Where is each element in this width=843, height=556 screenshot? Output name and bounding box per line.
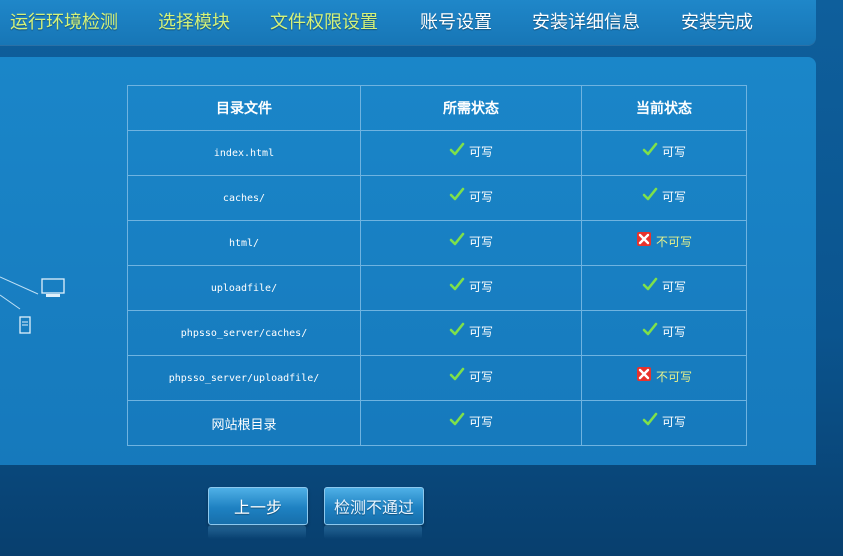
table-header-row: 目录文件 所需状态 当前状态 (127, 85, 747, 131)
col-header-current: 当前状态 (581, 85, 747, 131)
check-icon (642, 277, 658, 291)
current-status-label: 可写 (661, 415, 686, 430)
required-status: 可写 (449, 187, 493, 205)
required-status-label: 可写 (468, 190, 493, 205)
prev-button-reflection (208, 525, 306, 539)
required-status: 可写 (449, 277, 493, 295)
prev-step-button[interactable]: 上一步 (208, 487, 308, 525)
directory-path: html/ (127, 220, 361, 266)
network-computer-icon (0, 276, 65, 334)
step-bar: 运行环境检测 选择模块 文件权限设置 账号设置 安装详细信息 安装完成 (0, 0, 816, 45)
required-status-label: 可写 (468, 325, 493, 340)
cross-icon (636, 231, 651, 246)
current-status-cell: 可写 (581, 175, 747, 221)
directory-path: phpsso_server/uploadfile/ (127, 355, 361, 401)
table-body: index.html 可写 可写 caches/可写 可写 html/可写 不可写 uploa… (127, 130, 747, 446)
directory-path: phpsso_server/caches/ (127, 310, 361, 356)
cross-icon (636, 366, 651, 381)
installer-page: 运行环境检测 选择模块 文件权限设置 账号设置 安装详细信息 安装完成 目录文件… (0, 0, 843, 556)
check-icon (449, 412, 465, 426)
table-row: 网站根目录 可写 可写 (127, 400, 747, 446)
check-failed-button[interactable]: 检测不通过 (324, 487, 424, 525)
table-row: html/可写 不可写 (127, 220, 747, 266)
step-file-permissions: 文件权限设置 (270, 12, 378, 33)
required-status-cell: 可写 (360, 220, 582, 266)
required-status-cell: 可写 (360, 175, 582, 221)
table-row: index.html 可写 可写 (127, 130, 747, 176)
current-status: 不可写 (636, 366, 692, 385)
directory-path: caches/ (127, 175, 361, 221)
required-status: 可写 (449, 322, 493, 340)
check-icon (449, 322, 465, 336)
current-status-cell: 不可写 (581, 220, 747, 266)
col-header-directory: 目录文件 (127, 85, 361, 131)
current-status-label: 可写 (661, 190, 686, 205)
check-icon (449, 142, 465, 156)
required-status-cell: 可写 (360, 310, 582, 356)
next-button-reflection (324, 525, 422, 539)
table-row: phpsso_server/uploadfile/可写 不可写 (127, 355, 747, 401)
required-status-cell: 可写 (360, 265, 582, 311)
step-account-settings: 账号设置 (420, 12, 492, 33)
current-status-cell: 可写 (581, 265, 747, 311)
current-status-cell: 可写 (581, 400, 747, 446)
required-status-label: 可写 (468, 370, 493, 385)
current-status-cell: 不可写 (581, 355, 747, 401)
current-status: 可写 (642, 412, 686, 430)
current-status-label: 不可写 (655, 235, 692, 250)
col-header-required: 所需状态 (360, 85, 582, 131)
current-status: 可写 (642, 322, 686, 340)
check-icon (642, 142, 658, 156)
required-status: 可写 (449, 232, 493, 250)
step-install-complete: 安装完成 (681, 12, 753, 33)
check-icon (449, 232, 465, 246)
required-status-label: 可写 (468, 235, 493, 250)
current-status-label: 不可写 (655, 370, 692, 385)
check-icon (449, 187, 465, 201)
check-icon (449, 367, 465, 381)
check-icon (642, 322, 658, 336)
current-status-label: 可写 (661, 145, 686, 160)
required-status-cell: 可写 (360, 355, 582, 401)
current-status: 可写 (642, 277, 686, 295)
step-env-check: 运行环境检测 (10, 12, 118, 33)
current-status: 不可写 (636, 231, 692, 250)
table-row: caches/可写 可写 (127, 175, 747, 221)
step-install-details: 安装详细信息 (532, 12, 640, 33)
current-status: 可写 (642, 187, 686, 205)
current-status-cell: 可写 (581, 310, 747, 356)
table-row: uploadfile/可写 可写 (127, 265, 747, 311)
required-status-label: 可写 (468, 415, 493, 430)
required-status-cell: 可写 (360, 400, 582, 446)
permission-table: 目录文件 所需状态 当前状态 index.html 可写 可写 caches/可写 可写… (127, 85, 747, 446)
required-status-cell: 可写 (360, 130, 582, 176)
current-status: 可写 (642, 142, 686, 160)
current-status-cell: 可写 (581, 130, 747, 176)
required-status: 可写 (449, 367, 493, 385)
required-status-label: 可写 (468, 280, 493, 295)
current-status-label: 可写 (661, 280, 686, 295)
step-select-modules: 选择模块 (158, 12, 230, 33)
directory-path: 网站根目录 (127, 400, 361, 446)
check-icon (449, 277, 465, 291)
directory-path: uploadfile/ (127, 265, 361, 311)
directory-path: index.html (127, 130, 361, 176)
required-status: 可写 (449, 142, 493, 160)
table-row: phpsso_server/caches/可写 可写 (127, 310, 747, 356)
current-status-label: 可写 (661, 325, 686, 340)
check-icon (642, 187, 658, 201)
required-status: 可写 (449, 412, 493, 430)
required-status-label: 可写 (468, 145, 493, 160)
check-icon (642, 412, 658, 426)
